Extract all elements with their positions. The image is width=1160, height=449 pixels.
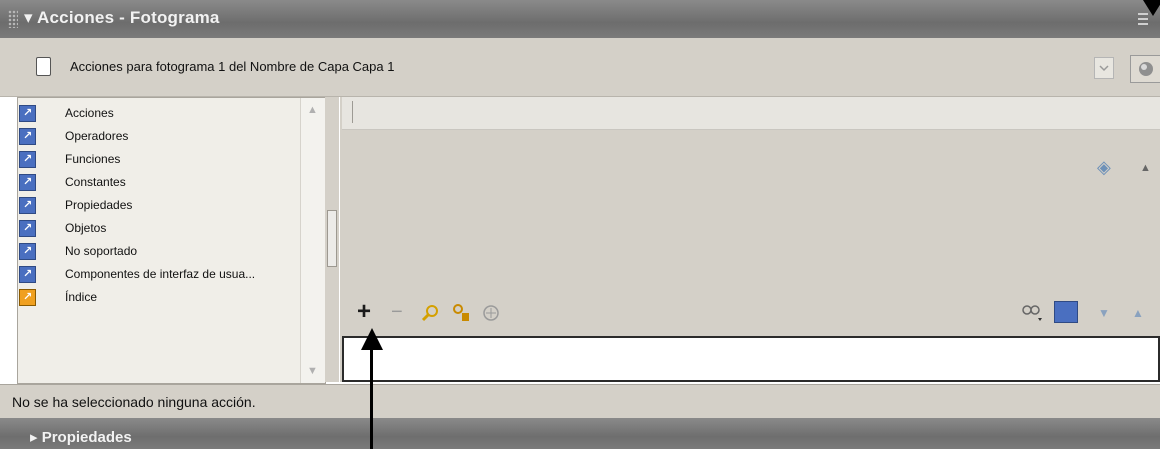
script-target-label: Acciones para fotograma 1 del Nombre de …	[70, 59, 395, 74]
toolbox-item-label: Acciones	[65, 106, 114, 120]
panel-grip-icon[interactable]	[8, 10, 18, 28]
toolbox-item[interactable]: ↗ Propiedades	[18, 195, 300, 218]
toolbox-item[interactable]: ↗ Constantes	[18, 172, 300, 195]
toolbox-item[interactable]: ↗ Componentes de interfaz de usua...	[18, 264, 300, 287]
remove-action-button[interactable]: −	[391, 302, 403, 322]
actions-toolbox[interactable]: ↗ Acciones ↗ Operadores ↗ Funciones ↗ Constante…	[17, 97, 326, 384]
index-book-icon: ↗	[19, 289, 36, 306]
book-icon: ↗	[19, 266, 36, 283]
collapse-up-icon[interactable]: ▲	[1140, 162, 1151, 174]
add-action-button[interactable]: +	[357, 300, 371, 324]
script-target-dropdown[interactable]	[1094, 57, 1114, 79]
replace-icon[interactable]	[451, 303, 471, 327]
properties-panel-bar[interactable]	[0, 418, 1160, 449]
panel-title-label: Acciones - Fotograma	[37, 8, 220, 27]
properties-panel-title[interactable]: ▸ Propiedades	[30, 428, 132, 446]
annotation-arrow-head-topright	[1143, 0, 1160, 16]
debug-options-icon[interactable]	[1020, 302, 1044, 327]
find-icon[interactable]	[421, 303, 441, 327]
book-icon: ↗	[19, 174, 36, 191]
script-editor[interactable]	[342, 336, 1160, 382]
properties-title-label: Propiedades	[41, 429, 132, 446]
toolbox-item-label: Propiedades	[65, 198, 133, 212]
toolbox-item[interactable]: ↗ Operadores	[18, 126, 300, 149]
scroll-up-icon[interactable]: ▲	[307, 104, 318, 116]
toolbox-item[interactable]: ↗ Funciones	[18, 149, 300, 172]
annotation-arrow-line	[370, 340, 373, 449]
toolbox-item[interactable]: ↗ Acciones	[18, 103, 300, 126]
book-icon: ↗	[19, 220, 36, 237]
nav-down-icon[interactable]: ▼	[1098, 306, 1110, 320]
book-icon: ↗	[19, 128, 36, 145]
pin-icon	[1139, 62, 1153, 76]
triangle-right-icon: ▸	[30, 429, 38, 446]
toolbox-item[interactable]: ↗ Índice	[18, 287, 300, 310]
toolbox-item-label: Funciones	[65, 152, 121, 166]
book-icon: ↗	[19, 197, 36, 214]
reference-icon[interactable]: ◈	[1097, 157, 1111, 178]
book-icon: ↗	[19, 243, 36, 260]
toolbox-item[interactable]: ↗ No soportado	[18, 241, 300, 264]
nav-up-icon[interactable]: ▲	[1132, 306, 1144, 320]
book-icon: ↗	[19, 105, 36, 122]
toolbox-scrollbar[interactable]: ▲ ▼	[300, 98, 325, 383]
toolbox-item-label: Componentes de interfaz de usua...	[65, 267, 256, 281]
status-message: No se ha seleccionado ninguna acción.	[12, 394, 256, 410]
insert-target-path-icon[interactable]	[481, 303, 501, 327]
toolbox-item-label: Objetos	[65, 221, 107, 235]
toolbox-item[interactable]: ↗ Objetos	[18, 218, 300, 241]
panel-title[interactable]: ▾ Acciones - Fotograma	[24, 8, 220, 28]
toolbox-item-label: Índice	[65, 290, 98, 304]
toolbox-item-label: Constantes	[65, 175, 126, 189]
splitter-handle[interactable]	[327, 210, 337, 267]
parameters-area[interactable]	[342, 97, 1160, 130]
chevron-down-icon	[1099, 65, 1109, 72]
pin-script-button[interactable]	[1130, 55, 1160, 83]
triangle-down-icon: ▾	[24, 8, 33, 27]
annotation-arrow-head	[361, 328, 383, 350]
toolbox-item-label: Operadores	[65, 129, 129, 143]
view-options-icon[interactable]	[1054, 301, 1078, 323]
scroll-down-icon[interactable]: ▼	[307, 365, 318, 377]
book-icon: ↗	[19, 151, 36, 168]
script-document-icon	[36, 57, 51, 76]
toolbox-item-label: No soportado	[65, 244, 138, 258]
